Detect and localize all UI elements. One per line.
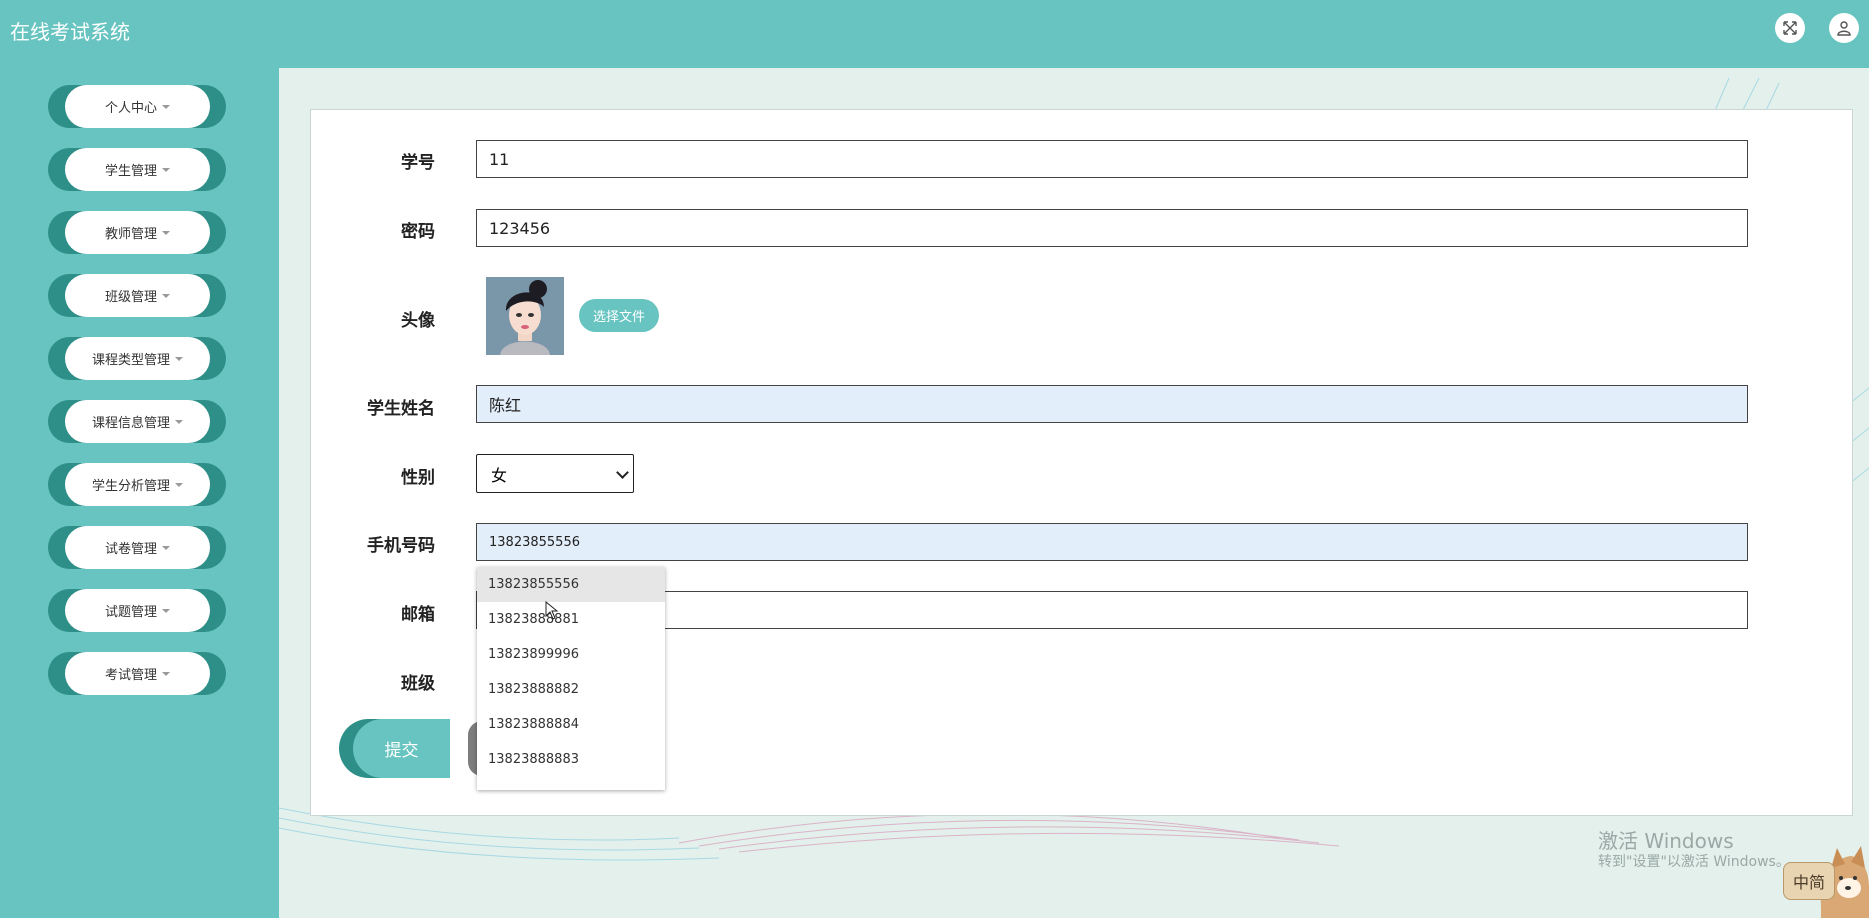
mouse-cursor-icon: [545, 601, 559, 620]
activation-watermark-title: 激活 Windows: [1598, 829, 1734, 853]
fullscreen-icon[interactable]: [1775, 13, 1805, 43]
autocomplete-option[interactable]: 13823888884: [477, 707, 665, 742]
caret-down-icon: [162, 608, 170, 613]
caret-down-icon: [175, 356, 183, 361]
autocomplete-option[interactable]: 13823899996: [477, 637, 665, 672]
gender-select[interactable]: 女: [476, 454, 634, 493]
caret-down-icon: [162, 293, 170, 298]
caret-down-icon: [162, 671, 170, 676]
student-name-label: 学生姓名: [367, 399, 435, 419]
student-name-value: 陈红: [489, 396, 522, 415]
student-name-input[interactable]: 陈红: [476, 385, 1748, 423]
sidebar-item-label: 试题管理: [104, 605, 157, 620]
autocomplete-option[interactable]: 13823888881: [477, 602, 665, 637]
sidebar-item-label: 教师管理: [104, 227, 157, 242]
sidebar-item-label: 试卷管理: [104, 542, 157, 557]
avatar-image: [486, 277, 564, 355]
gender-value: 女: [491, 465, 508, 485]
gender-label: 性别: [401, 468, 435, 488]
caret-down-icon: [162, 167, 170, 172]
sidebar-item-label: 课程信息管理: [91, 416, 170, 431]
caret-down-icon: [162, 104, 170, 109]
autocomplete-option[interactable]: 13823888883: [477, 742, 665, 777]
sidebar: 个人中心 学生管理 教师管理 班级管理 课程类型管理 课程信息管理 学生分析管理…: [0, 68, 279, 918]
sidebar-item-class-management[interactable]: 班级管理: [48, 274, 226, 317]
sidebar-item-question-management[interactable]: 试题管理: [48, 589, 226, 632]
phone-autocomplete-dropdown: 13823855556 13823888881 13823899996 1382…: [477, 567, 665, 790]
phone-input[interactable]: 13823855556: [476, 523, 1748, 561]
app-title: 在线考试系统: [10, 20, 130, 44]
password-value: 123456: [489, 218, 551, 238]
autocomplete-option[interactable]: 13823855556: [477, 567, 665, 602]
sidebar-item-label: 学生管理: [104, 164, 157, 179]
student-id-value: 11: [489, 149, 510, 169]
activation-watermark-subtitle: 转到"设置"以激活 Windows。: [1598, 854, 1790, 870]
sidebar-item-course-type-management[interactable]: 课程类型管理: [48, 337, 226, 380]
password-input[interactable]: 123456: [476, 209, 1748, 247]
submit-label: 提交: [353, 719, 450, 778]
sidebar-item-label: 班级管理: [104, 290, 157, 305]
ime-badge[interactable]: 中简: [1781, 838, 1869, 918]
sidebar-item-exam-paper-management[interactable]: 试卷管理: [48, 526, 226, 569]
phone-label: 手机号码: [367, 536, 435, 556]
choose-file-button[interactable]: 选择文件: [579, 299, 659, 332]
caret-down-icon: [162, 230, 170, 235]
sidebar-item-exam-management[interactable]: 考试管理: [48, 652, 226, 695]
class-label: 班级: [401, 674, 435, 694]
sidebar-item-label: 个人中心: [104, 101, 157, 116]
caret-down-icon: [175, 482, 183, 487]
ime-mode-label: 中简: [1783, 862, 1835, 900]
user-icon[interactable]: [1829, 13, 1859, 43]
email-label: 邮箱: [401, 605, 435, 625]
caret-down-icon: [162, 545, 170, 550]
autocomplete-option[interactable]: 13823888882: [477, 672, 665, 707]
sidebar-item-personal-center[interactable]: 个人中心: [48, 85, 226, 128]
caret-down-icon: [175, 419, 183, 424]
sidebar-item-student-management[interactable]: 学生管理: [48, 148, 226, 191]
password-label: 密码: [401, 222, 435, 242]
sidebar-item-label: 课程类型管理: [91, 353, 170, 368]
sidebar-item-label: 学生分析管理: [91, 479, 170, 494]
student-id-label: 学号: [401, 153, 435, 173]
phone-value: 13823855556: [489, 534, 580, 550]
student-id-input[interactable]: 11: [476, 140, 1748, 178]
sidebar-item-course-info-management[interactable]: 课程信息管理: [48, 400, 226, 443]
sidebar-item-teacher-management[interactable]: 教师管理: [48, 211, 226, 254]
submit-button[interactable]: 提交: [339, 719, 450, 778]
sidebar-item-student-analysis-management[interactable]: 学生分析管理: [48, 463, 226, 506]
email-input[interactable]: [476, 591, 1748, 629]
top-bar: 在线考试系统: [0, 0, 1869, 68]
avatar-label: 头像: [401, 311, 435, 331]
chevron-down-icon: [616, 466, 629, 479]
sidebar-item-label: 考试管理: [104, 668, 157, 683]
